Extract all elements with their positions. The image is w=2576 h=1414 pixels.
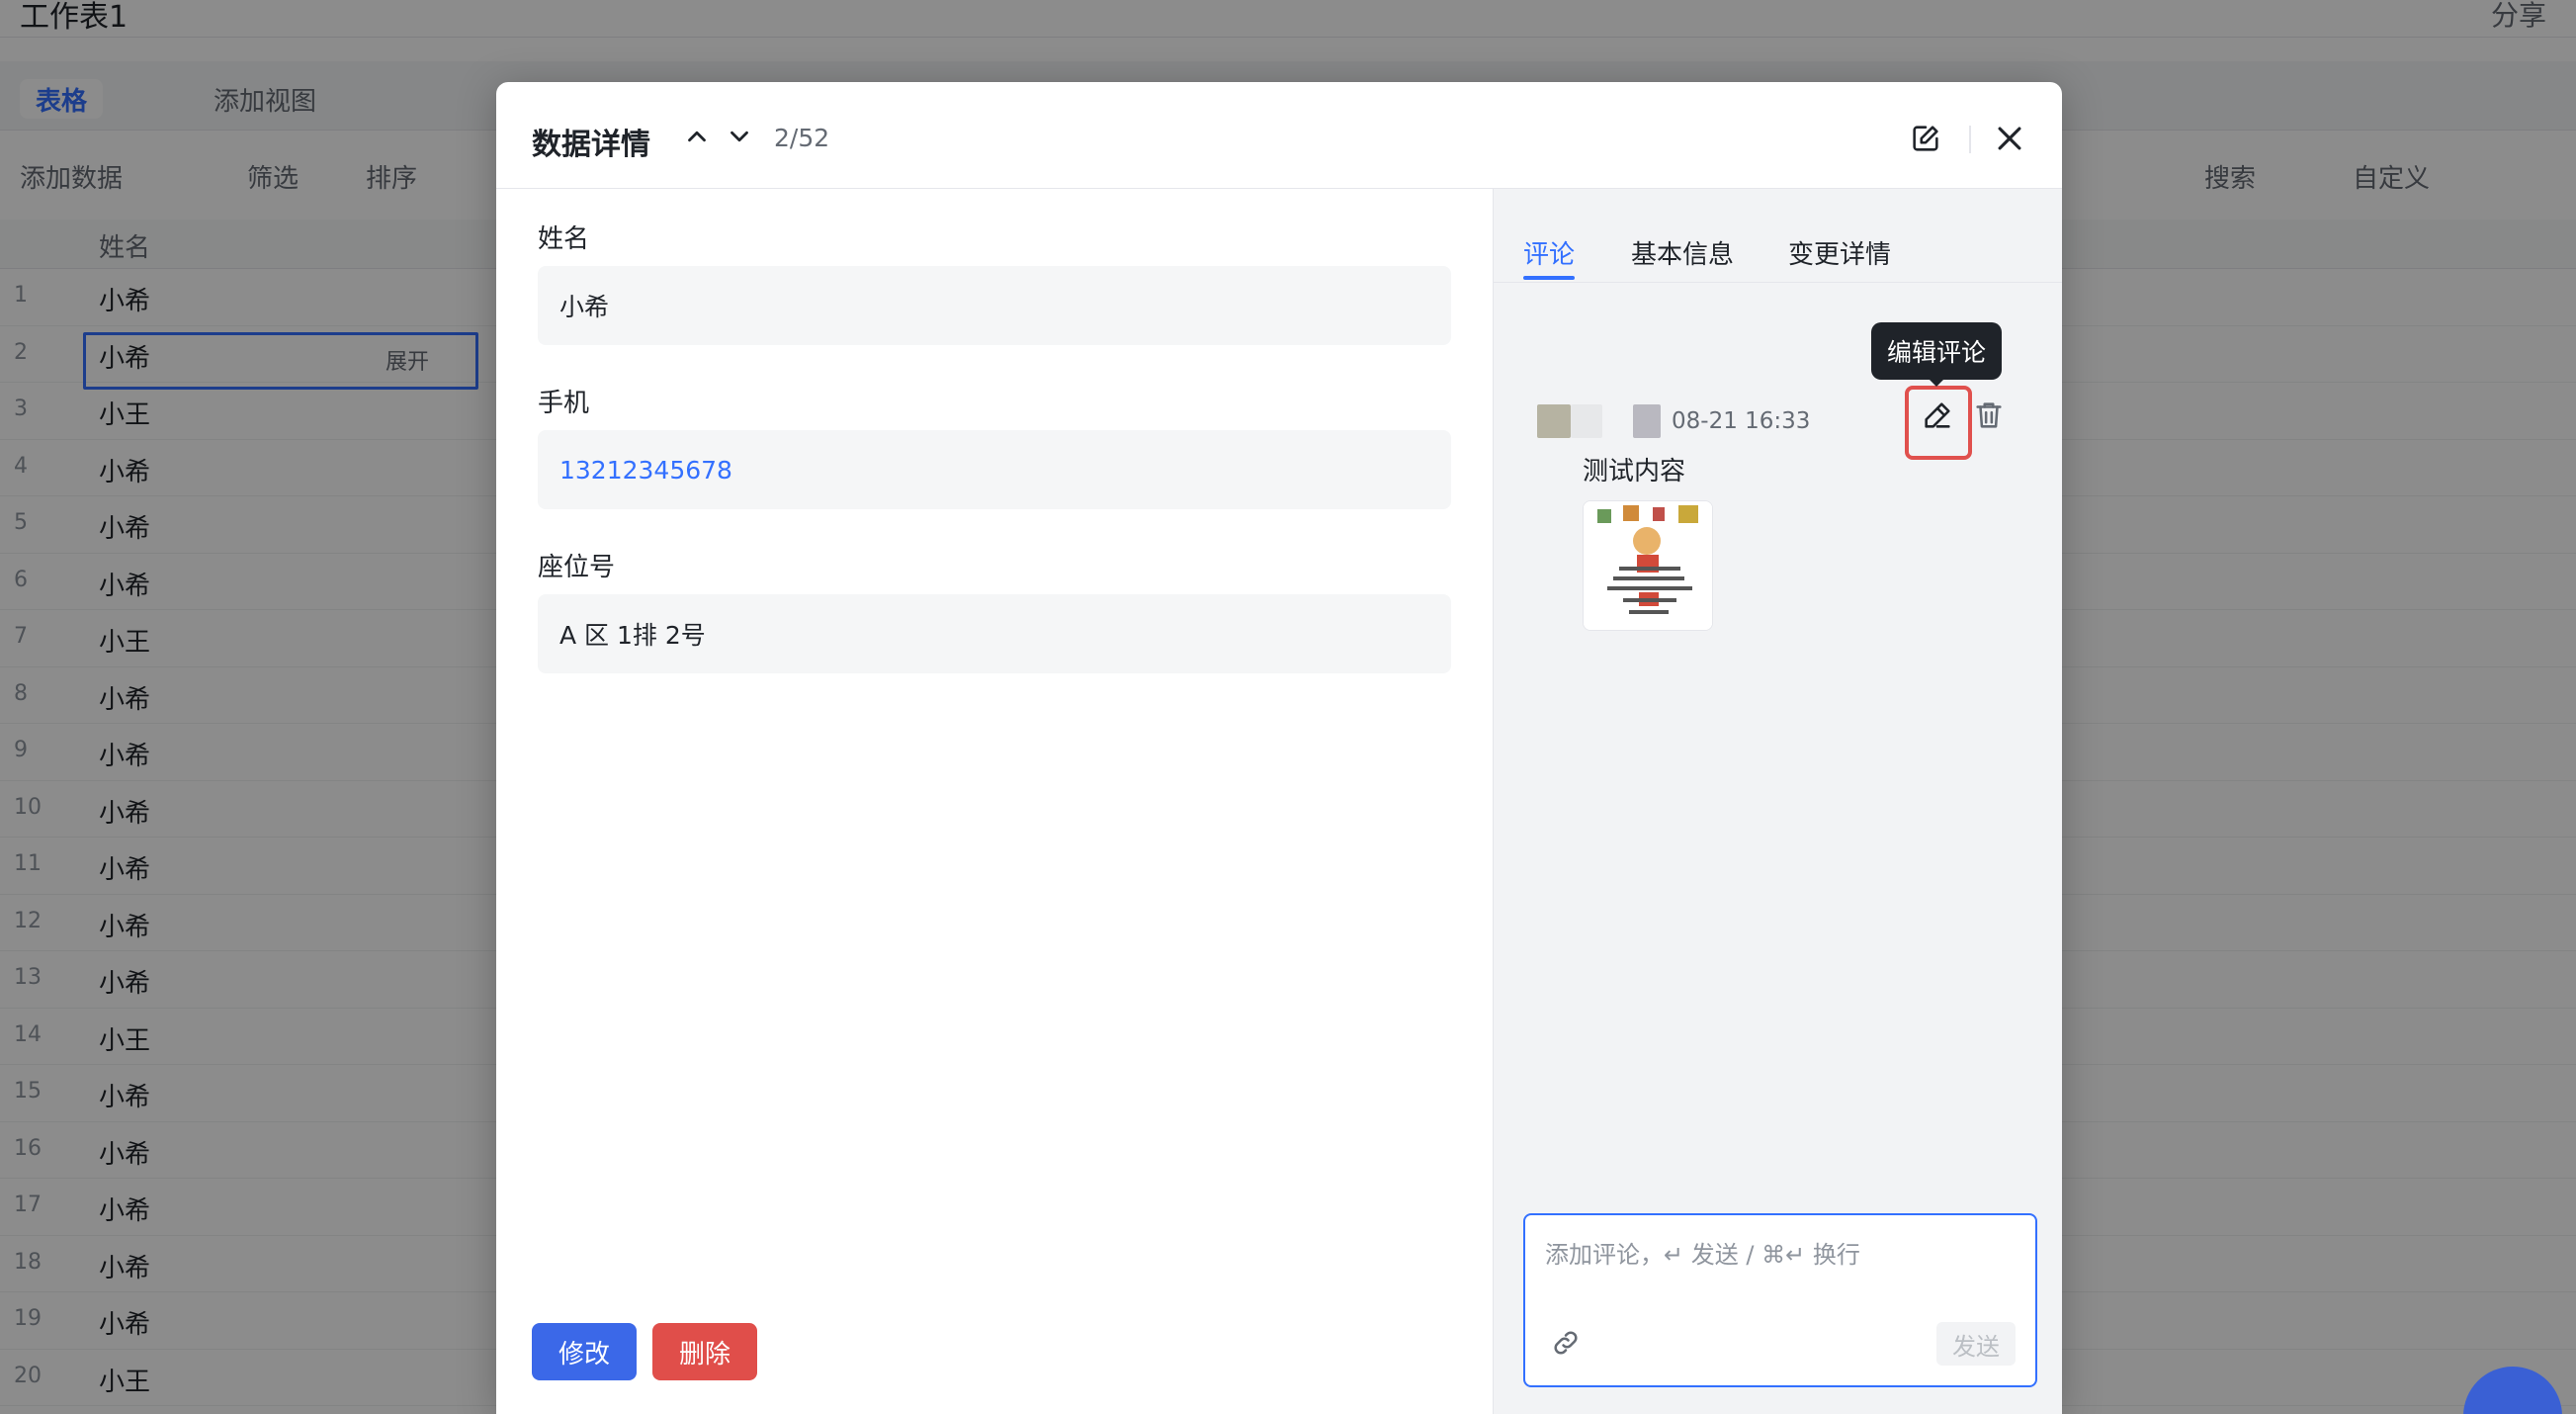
close-icon[interactable] [1993, 122, 2026, 155]
field-label-seat: 座位号 [538, 553, 616, 582]
trash-icon[interactable] [1972, 398, 2008, 434]
field-seat-value[interactable]: A 区 1排 2号 [538, 594, 1451, 673]
tab-basic-info[interactable]: 基本信息 [1631, 234, 1734, 271]
tab-change-details[interactable]: 变更详情 [1788, 234, 1891, 271]
tab-comments[interactable]: 评论 [1523, 234, 1575, 271]
modal-header: 数据详情 2/52 [496, 82, 2062, 189]
chevron-up-icon[interactable] [682, 122, 712, 151]
tooltip-arrow [1927, 377, 1946, 387]
edit-comment-highlight [1905, 386, 1972, 460]
author-name-blurred [1633, 404, 1661, 438]
field-label-phone: 手机 [538, 389, 590, 418]
comment-time: 08-21 16:33 [1672, 408, 1811, 434]
field-label-name: 姓名 [538, 224, 590, 254]
record-counter: 2/52 [774, 124, 830, 152]
avatar-blur [1571, 404, 1602, 438]
delete-record-button[interactable]: 删除 [652, 1323, 757, 1380]
edit-record-button[interactable]: 修改 [532, 1323, 637, 1380]
record-detail-modal: 数据详情 2/52 姓名 小希 手机 13212345678 座位号 A 区 1… [496, 82, 2062, 1414]
comment-input[interactable] [1545, 1235, 2010, 1275]
field-phone-value[interactable]: 13212345678 [538, 430, 1451, 509]
comment-composer: 发送 [1523, 1213, 2037, 1387]
send-button[interactable]: 发送 [1936, 1322, 2016, 1366]
record-fields-panel: 姓名 小希 手机 13212345678 座位号 A 区 1排 2号 修改 删除 [496, 189, 1493, 1414]
chevron-down-icon[interactable] [725, 122, 754, 151]
modal-title: 数据详情 [532, 128, 650, 162]
link-icon[interactable] [1551, 1328, 1583, 1360]
header-divider [1969, 126, 1971, 153]
edit-comment-tooltip: 编辑评论 [1871, 322, 2002, 380]
comment-image-thumbnail[interactable] [1583, 500, 1713, 631]
comment-text: 测试内容 [1583, 457, 1686, 486]
active-tab-indicator [1523, 276, 1575, 280]
avatar [1537, 404, 1571, 438]
panel-tabs: 评论 基本信息 变更详情 [1494, 189, 2062, 283]
open-external-icon[interactable] [1909, 122, 1942, 155]
field-name-value[interactable]: 小希 [538, 266, 1451, 345]
comments-panel: 评论 基本信息 变更详情 编辑评论 08-21 16:33 测试内容 添加评论，… [1493, 189, 2062, 1414]
